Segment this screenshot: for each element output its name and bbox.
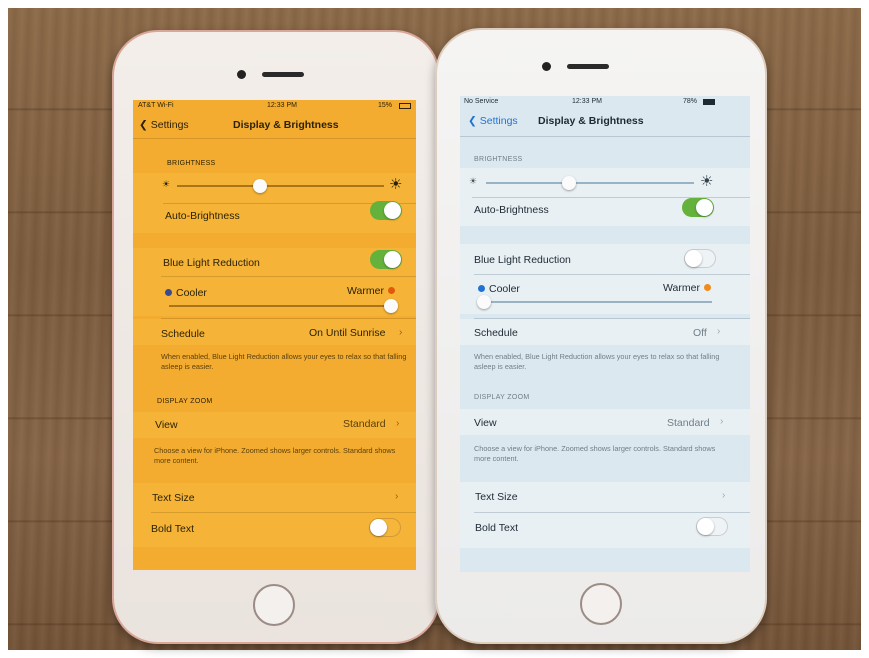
disclosure-chevron-icon: ›	[395, 491, 399, 502]
nav-divider	[133, 138, 416, 139]
toggle-knob	[384, 202, 401, 219]
view-label: View	[474, 417, 497, 429]
left-screen-display-brightness: AT&T Wi-Fi 12:33 PM 15% ❮ Settings Displ…	[133, 100, 416, 570]
toggle-knob	[696, 199, 713, 216]
battery-percent: 78%	[683, 98, 698, 105]
divider	[474, 512, 750, 513]
back-button[interactable]: ❮ Settings	[139, 119, 189, 131]
brightness-slider-thumb[interactable]	[252, 179, 267, 193]
brightness-header: BRIGHTNESS	[167, 160, 216, 167]
brightness-header: BRIGHTNESS	[474, 156, 523, 163]
navigation-bar: ❮ Settings Display & Brightness	[460, 110, 750, 132]
cooler-dot	[478, 285, 485, 292]
warmer-dot	[703, 284, 711, 291]
schedule-value: Off	[693, 327, 707, 339]
status-bar: No Service 12:33 PM 78%	[460, 98, 750, 108]
blue-light-reduction-label: Blue Light Reduction	[163, 257, 260, 269]
disclosure-chevron-icon: ›	[396, 418, 400, 429]
clock: 12:33 PM	[572, 98, 602, 105]
view-label: View	[155, 419, 178, 431]
schedule-label: Schedule	[161, 328, 205, 340]
front-camera	[542, 62, 551, 71]
view-value: Standard	[667, 417, 710, 429]
cooler-label: Cooler	[165, 287, 207, 299]
disclosure-chevron-icon: ›	[399, 327, 403, 338]
divider	[474, 274, 750, 275]
carrier-label: AT&T Wi-Fi	[138, 102, 174, 109]
cooler-dot	[165, 289, 172, 296]
warmer-label: Warmer	[347, 285, 395, 297]
text-size-label[interactable]: Text Size	[152, 492, 195, 504]
text-size-label[interactable]: Text Size	[475, 491, 518, 503]
auto-brightness-label: Auto-Brightness	[474, 204, 549, 216]
schedule-footnote: When enabled, Blue Light Reduction allow…	[161, 352, 407, 371]
auto-brightness-toggle[interactable]	[682, 198, 714, 217]
view-footnote: Choose a view for iPhone. Zoomed shows l…	[474, 444, 716, 463]
warmer-label: Warmer	[663, 282, 711, 294]
battery-percent: 15%	[378, 102, 393, 109]
disclosure-chevron-icon: ›	[722, 490, 726, 501]
sun-small-icon: ☀	[162, 179, 171, 189]
blue-light-reduction-toggle[interactable]	[684, 249, 716, 268]
front-camera	[237, 70, 246, 79]
warmer-dot	[387, 287, 395, 294]
color-temperature-thumb[interactable]	[384, 299, 398, 313]
sun-small-icon: ☀	[469, 176, 478, 186]
toggle-knob	[697, 518, 714, 535]
toggle-knob	[384, 251, 401, 268]
brightness-slider[interactable]	[486, 176, 694, 190]
home-button[interactable]	[253, 584, 295, 626]
disclosure-chevron-icon: ›	[717, 326, 721, 337]
status-bar: AT&T Wi-Fi 12:33 PM 15%	[133, 102, 416, 112]
schedule-label: Schedule	[474, 327, 518, 339]
schedule-value: On Until Sunrise	[309, 327, 386, 339]
home-button[interactable]	[580, 583, 622, 625]
page-title: Display & Brightness	[538, 115, 644, 127]
auto-brightness-label: Auto-Brightness	[165, 210, 240, 222]
view-value: Standard	[343, 418, 386, 430]
battery-icon	[399, 103, 411, 109]
sun-large-icon: ☀	[700, 173, 714, 190]
back-button[interactable]: ❮ Settings	[468, 115, 518, 127]
cooler-text: Cooler	[176, 287, 207, 299]
blue-light-reduction-label: Blue Light Reduction	[474, 254, 571, 266]
bold-text-toggle[interactable]	[369, 518, 401, 537]
schedule-footnote: When enabled, Blue Light Reduction allow…	[474, 352, 720, 371]
earpiece-speaker	[262, 72, 304, 77]
cooler-text: Cooler	[489, 283, 520, 295]
color-temperature-slider[interactable]	[477, 295, 712, 309]
color-temperature-thumb[interactable]	[477, 295, 491, 309]
navigation-bar: ❮ Settings Display & Brightness	[133, 114, 416, 136]
divider	[151, 512, 416, 513]
bold-text-label: Bold Text	[475, 522, 518, 534]
bold-text-toggle[interactable]	[696, 517, 728, 536]
back-chevron-icon: ❮	[468, 115, 477, 127]
toggle-knob	[370, 519, 387, 536]
nav-divider	[460, 136, 750, 137]
divider	[161, 276, 416, 277]
color-temperature-slider[interactable]	[169, 299, 398, 313]
cooler-label: Cooler	[478, 283, 520, 295]
auto-brightness-toggle[interactable]	[370, 201, 402, 220]
display-zoom-header: DISPLAY ZOOM	[474, 394, 530, 401]
bold-text-label: Bold Text	[151, 523, 194, 535]
earpiece-speaker	[567, 64, 609, 69]
toggle-knob	[685, 250, 702, 267]
back-label: Settings	[479, 115, 518, 127]
clock: 12:33 PM	[267, 102, 297, 109]
blue-light-reduction-toggle[interactable]	[370, 250, 402, 269]
warmer-text: Warmer	[663, 282, 700, 294]
display-zoom-header: DISPLAY ZOOM	[157, 398, 213, 405]
brightness-slider[interactable]	[177, 179, 384, 193]
back-chevron-icon: ❮	[139, 119, 148, 131]
disclosure-chevron-icon: ›	[720, 416, 724, 427]
battery-icon	[703, 99, 715, 105]
carrier-label: No Service	[464, 98, 499, 105]
right-screen-display-brightness: No Service 12:33 PM 78% ❮ Settings Displ…	[460, 96, 750, 572]
back-label: Settings	[150, 119, 189, 131]
warmer-text: Warmer	[347, 285, 384, 297]
page-title: Display & Brightness	[233, 119, 339, 131]
sun-large-icon: ☀	[389, 176, 403, 193]
view-footnote: Choose a view for iPhone. Zoomed shows l…	[154, 446, 396, 465]
